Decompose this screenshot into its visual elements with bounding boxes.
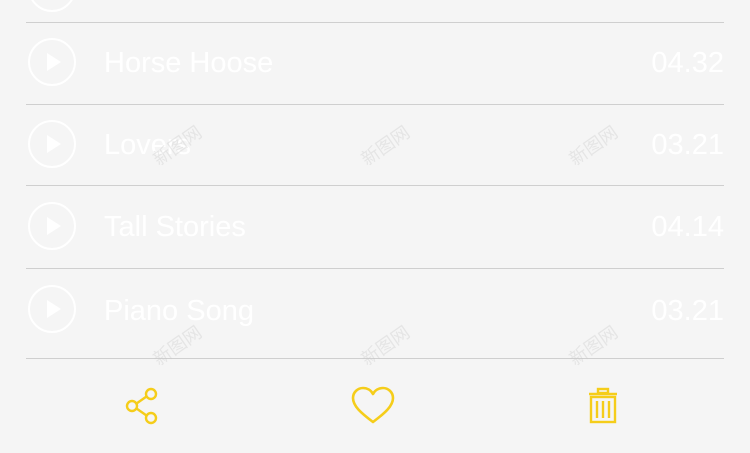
track-row[interactable]: Tall Stories 04.14 [26, 186, 724, 269]
track-row[interactable]: Horse Hoose 04.32 [26, 23, 724, 105]
track-duration: 03.21 [651, 129, 724, 161]
track-row[interactable] [26, 0, 724, 23]
track-title: Horse Hoose [104, 47, 274, 79]
share-button[interactable] [123, 386, 163, 426]
play-icon [47, 300, 61, 318]
play-button[interactable] [28, 120, 76, 168]
share-icon [125, 387, 158, 425]
track-title: Piano Song [104, 295, 254, 327]
trash-icon [589, 387, 617, 424]
like-button[interactable] [351, 386, 395, 426]
play-button[interactable] [28, 38, 76, 86]
play-button[interactable] [28, 202, 76, 250]
track-title: Lovers [104, 129, 192, 161]
heart-icon [351, 386, 395, 424]
track-row[interactable]: Lovers 03.21 [26, 105, 724, 186]
bottom-toolbar [0, 358, 750, 453]
delete-button[interactable] [583, 386, 623, 426]
track-row[interactable]: Piano Song 03.21 [26, 269, 724, 359]
track-duration: 03.21 [651, 295, 724, 327]
play-icon [30, 0, 74, 10]
playlist-screen: Horse Hoose 04.32 Lovers 03.21 Tall Stor… [0, 0, 750, 453]
track-title: Tall Stories [104, 211, 246, 243]
play-icon [47, 53, 61, 71]
play-button[interactable] [28, 0, 76, 12]
track-list: Horse Hoose 04.32 Lovers 03.21 Tall Stor… [26, 0, 724, 359]
track-duration: 04.14 [651, 211, 724, 243]
track-duration: 04.32 [651, 47, 724, 79]
play-icon [47, 217, 61, 235]
play-button[interactable] [28, 285, 76, 333]
play-icon [47, 135, 61, 153]
